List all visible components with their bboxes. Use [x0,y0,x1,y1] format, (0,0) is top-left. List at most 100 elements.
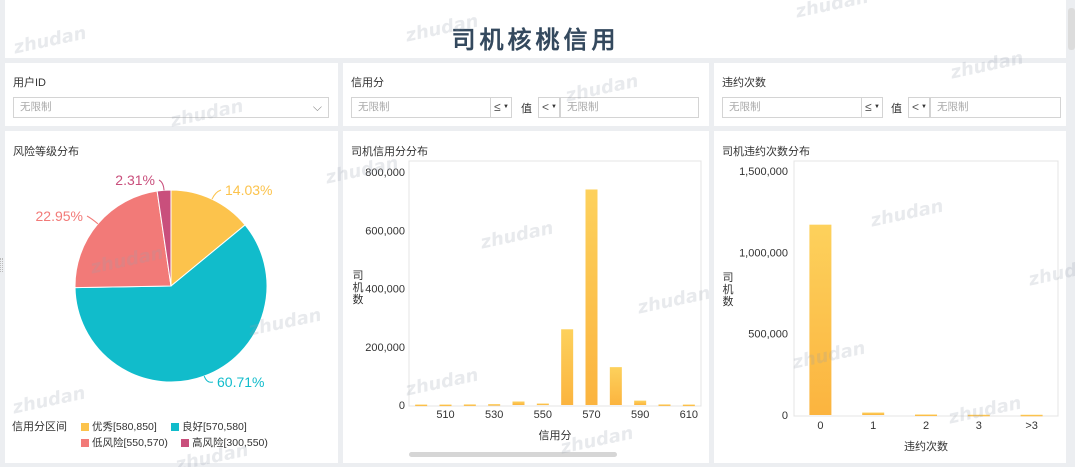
legend-swatch [171,423,179,431]
credit-min-placeholder: 无限制 [358,101,390,113]
caret-down-icon: ▼ [503,104,509,110]
legend-swatch [81,423,89,431]
pie-data-label: 60.71% [217,374,264,390]
pie-label-line [86,215,99,225]
horizontal-scrollbar[interactable] [409,452,617,457]
legend-swatch [181,439,189,447]
legend-swatch [81,439,89,447]
y-tick-label: 200,000 [365,342,405,354]
bar[interactable] [967,414,990,417]
user-id-value: 无限制 [20,101,52,113]
violation-value-word: 值 [891,103,902,115]
plot-area [408,160,702,407]
y-tick-label: 0 [399,400,405,412]
violation-op-right-select[interactable]: < ▼ [908,97,930,118]
filter-user-id: 用户ID 无限制 ⌵ [5,63,338,126]
violation-op-left: ≤ [865,100,872,114]
vertical-scrollbar[interactable] [1068,8,1075,50]
bar[interactable] [512,401,525,405]
legend-item-excellent[interactable]: 优秀[580,850] [81,419,157,434]
violation-op-left-select[interactable]: ≤ ▼ [861,97,883,118]
y-tick-label: 800,000 [365,167,405,179]
x-tick-label: 590 [631,409,649,421]
bar[interactable] [585,189,598,405]
violation-max-input[interactable]: 无限制 [930,97,1061,118]
pie-data-label: 14.03% [225,182,272,198]
y-tick-label: 600,000 [365,225,405,237]
x-axis-label: 违约次数 [904,439,948,453]
credit-min-input[interactable]: 无限制 [351,97,491,118]
user-id-select[interactable]: 无限制 ⌵ [13,97,329,118]
bar[interactable] [682,404,695,407]
credit-op-right: < [542,100,550,114]
legend-item-high-risk[interactable]: 高风险[300,550) [181,435,268,450]
caret-down-icon: ▼ [874,104,880,110]
y-tick-label: 0 [782,410,788,422]
credit-max-input[interactable]: 无限制 [560,97,699,118]
violation-bar-chart: 0 500,000 1,000,000 1,500,000 0 1 2 3 >3 违约次数 司机数 [723,160,1059,453]
user-id-label: 用户ID [13,77,46,89]
plot-area [793,160,1059,417]
bar[interactable] [463,404,476,406]
bar[interactable] [809,224,832,415]
pie-slice[interactable] [74,190,172,289]
bar[interactable] [658,404,671,406]
bar[interactable] [634,400,647,405]
x-tick-label: 1 [870,420,876,432]
bar[interactable] [862,412,885,415]
legend-item-low-risk[interactable]: 低风险[550,570) [81,435,168,450]
pie-label-line [158,179,165,191]
caret-down-icon: ▼ [551,104,557,110]
page-title: 司机核桃信用 [451,26,620,54]
x-tick-label: >3 [1025,420,1038,432]
credit-max-placeholder: 无限制 [567,101,599,113]
credit-label: 信用分 [351,77,384,89]
caret-down-icon: ▼ [921,104,927,110]
violation-op-right: < [912,100,920,114]
filter-credit: 信用分 无限制 ≤ ▼ 值 < ▼ 无限制 [343,63,709,126]
violation-label: 违约次数 [722,77,766,89]
violation-min-placeholder: 无限制 [729,101,761,113]
bar[interactable] [488,404,501,406]
legend-item-good[interactable]: 良好[570,580] [171,419,247,434]
chevron-down-icon: ⌵ [312,100,322,114]
x-tick-label: 510 [436,409,454,421]
x-tick-label: 3 [976,420,982,432]
y-axis-label: 司机数 [723,272,734,308]
risk-pie-chart: 14.03% 60.71% 22.95% 2.31% [36,172,273,390]
bar[interactable] [561,329,574,405]
filter-violation: 违约次数 无限制 ≤ ▼ 值 < ▼ 无限制 [714,63,1066,126]
x-tick-label: 0 [817,420,823,432]
y-tick-label: 1,000,000 [739,247,788,259]
credit-op-right-select[interactable]: < ▼ [538,97,560,118]
violation-max-placeholder: 无限制 [937,101,969,113]
pie-data-label: 2.31% [115,172,155,188]
credit-op-left-select[interactable]: ≤ ▼ [490,97,512,118]
score-bar-chart: 0 200,000 400,000 600,000 800,000 510 530 550 57… [353,160,702,442]
y-axis-label: 司机数 [353,270,364,306]
pie-label-line [211,189,222,200]
bar[interactable] [415,404,428,407]
x-axis-label: 信用分 [539,429,572,442]
x-tick-label: 570 [582,409,600,421]
pie-label-line [203,375,214,383]
x-tick-label: 610 [680,409,698,421]
credit-value-word: 值 [521,103,532,115]
legend-title: 信用分区间 [12,421,67,433]
violation-min-input[interactable]: 无限制 [722,97,862,118]
credit-op-left: ≤ [494,100,501,114]
y-tick-label: 1,500,000 [739,166,788,178]
bar[interactable] [536,403,549,406]
x-tick-label: 2 [923,420,929,432]
title-panel: 司机核桃信用 [5,0,1066,58]
y-tick-label: 500,000 [748,329,788,341]
bar[interactable] [609,367,622,405]
bar[interactable] [915,414,937,417]
resize-handle[interactable] [0,258,3,272]
bar[interactable] [439,404,452,407]
x-tick-label: 530 [485,409,503,421]
pie-data-label: 22.95% [36,208,83,224]
x-tick-label: 550 [534,409,552,421]
y-tick-label: 400,000 [365,284,405,296]
bar[interactable] [1020,414,1043,417]
